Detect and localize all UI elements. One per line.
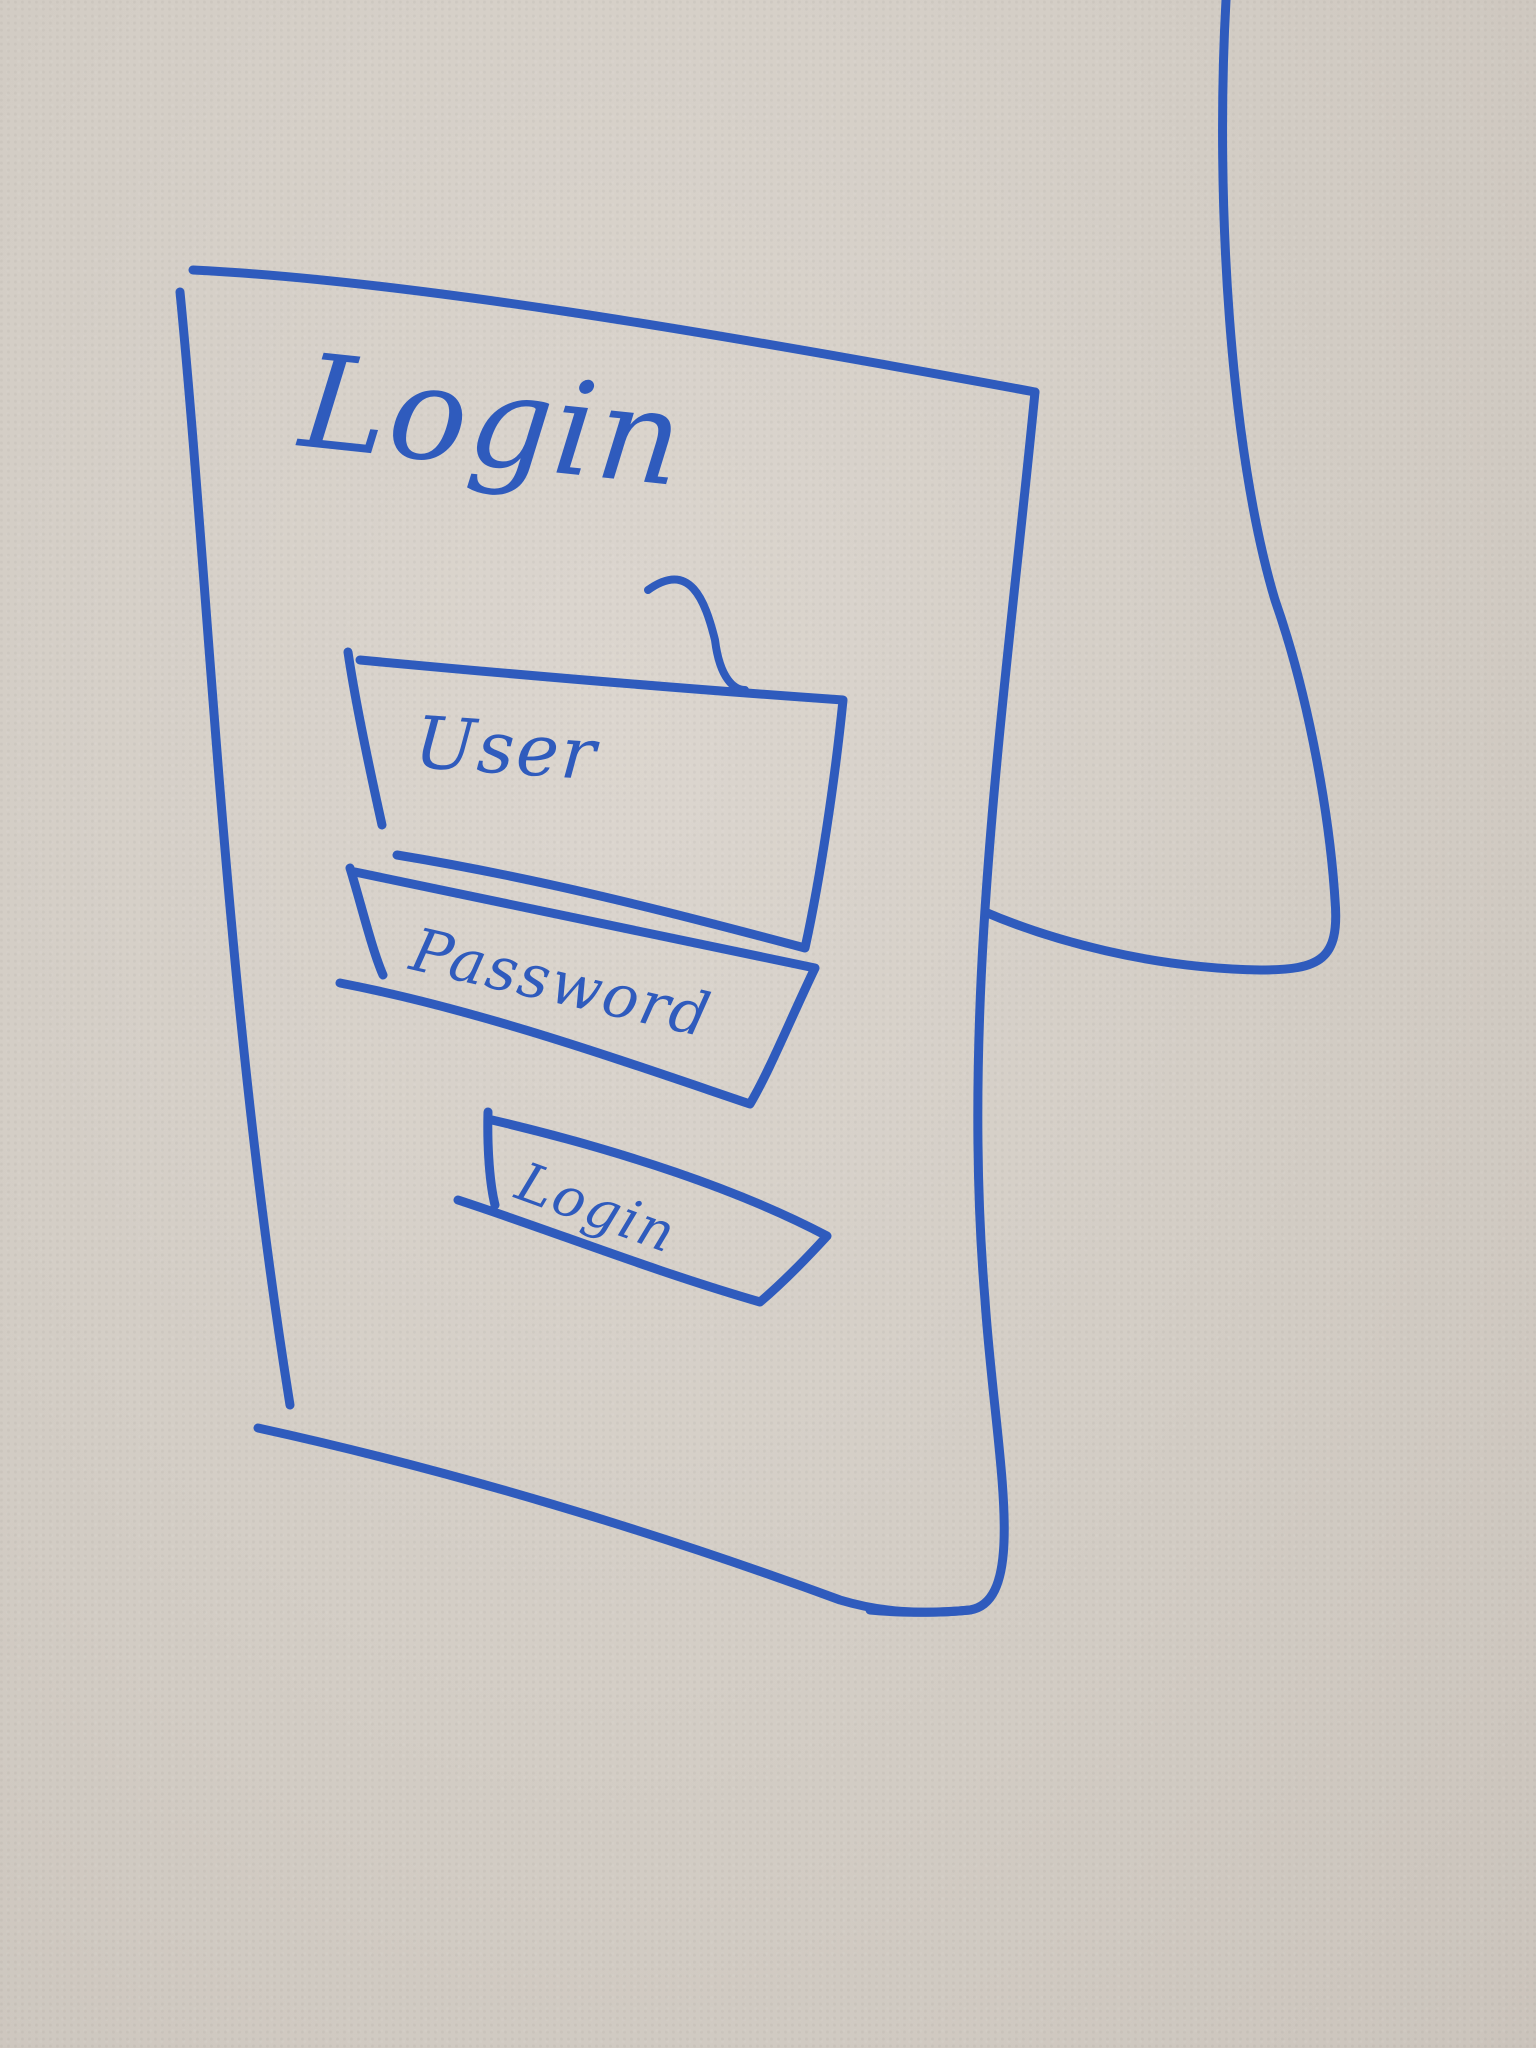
screen-frame-right	[865, 387, 1040, 1617]
outer-frame-line	[980, 0, 1341, 975]
whiteboard-sketch	[175, 0, 1341, 1617]
screen-frame-bottom	[253, 1423, 975, 1617]
user-input-box	[343, 647, 848, 953]
screen-frame-left	[175, 287, 295, 1410]
username-field-label: User	[412, 700, 601, 797]
title-tail	[644, 575, 749, 694]
